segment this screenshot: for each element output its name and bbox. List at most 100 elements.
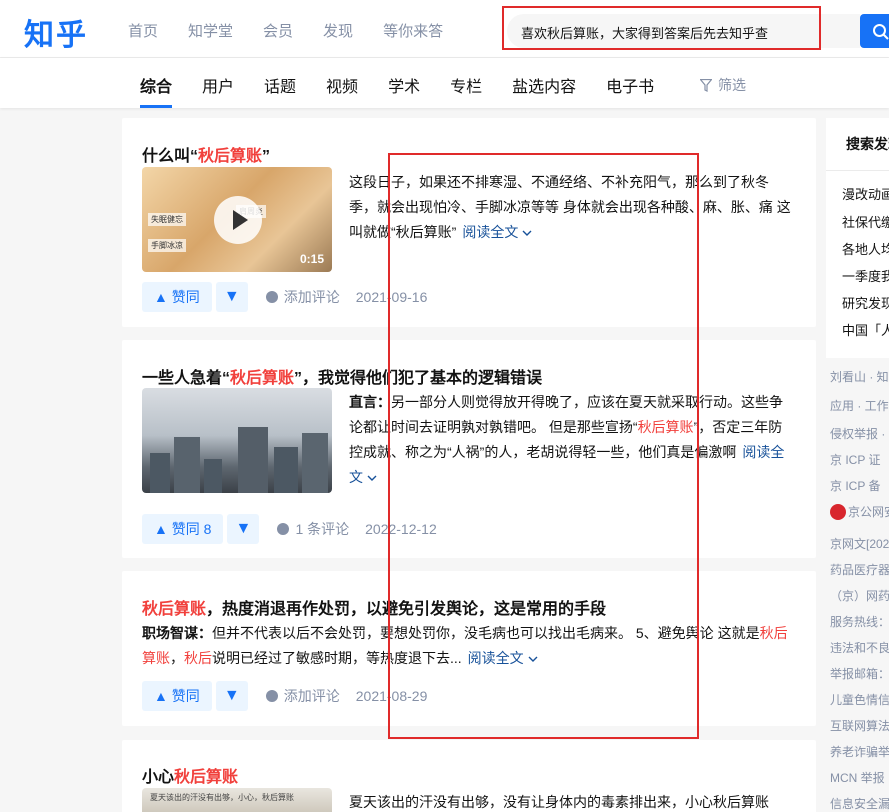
upvote-label: 赞同 8 [171, 521, 212, 537]
chevron-down-icon [367, 475, 377, 481]
police-badge-icon [830, 503, 846, 520]
footer-link[interactable]: 京 ICP 证 [830, 451, 889, 468]
divider [826, 170, 889, 171]
upvote-label: 赞同 [171, 688, 200, 704]
trending-item[interactable]: 社保代缴 [842, 212, 889, 231]
footer-link[interactable]: 京 ICP 备 [830, 477, 889, 494]
upvote-label: 赞同 [171, 289, 200, 305]
video-duration: 0:15 [299, 252, 324, 266]
footer-link[interactable]: 京公网安备 [830, 503, 889, 521]
thumb-label: 手脚冰凉 [148, 239, 186, 252]
comment-button[interactable]: 添加评论 [265, 287, 340, 307]
filter-button[interactable]: 筛选 [700, 75, 746, 95]
upvote-button[interactable]: ▲ 赞同 8 [142, 514, 224, 544]
downvote-icon: ▼ [223, 687, 240, 704]
nav-zhixuetang[interactable]: 知学堂 [188, 20, 233, 41]
downvote-icon: ▼ [223, 288, 240, 305]
video-thumbnail[interactable]: 失眠健忘 肩周炎 手脚冰凉 0:15 [142, 167, 332, 272]
trending-item[interactable]: 中国「人 [842, 320, 889, 339]
search-annotation-box [502, 6, 821, 50]
upvote-button[interactable]: ▲ 赞同 [142, 681, 212, 711]
nav-waiting-answers[interactable]: 等你来答 [383, 20, 443, 41]
comment-icon [265, 690, 278, 702]
excerpt-highlight: 秋后 [184, 650, 212, 666]
downvote-button[interactable]: ▼ [215, 681, 248, 711]
result-title[interactable]: 什么叫“秋后算账” [142, 142, 270, 166]
result-title[interactable]: 小心秋后算账 [142, 763, 238, 787]
result-actions: ▲ 赞同 ▼ 添加评论 2021-09-16 [142, 282, 427, 312]
filter-icon [700, 78, 712, 92]
article-thumbnail[interactable]: 夏天该出的汗没有出够，小心，秋后算账 [142, 788, 332, 812]
footer-link[interactable]: （京）网药械 [830, 587, 889, 604]
search-icon [873, 24, 889, 40]
content-annotation-box [388, 153, 699, 739]
excerpt-text: ， [170, 650, 184, 666]
comment-label: 1 条评论 [295, 521, 350, 537]
upvote-icon: ▲ [154, 688, 172, 704]
top-header: 知乎 首页 知学堂 会员 发现 等你来答 喜欢秋后算账，大家得到答案后先去知乎查 [0, 0, 889, 58]
footer-link[interactable]: 互联网算法 [830, 717, 889, 734]
tab-videos[interactable]: 视频 [326, 73, 358, 108]
thumb-text: 夏天该出的汗没有出够，小心，秋后算账 [150, 793, 294, 802]
nav-vip[interactable]: 会员 [263, 20, 293, 41]
comment-icon [265, 291, 278, 303]
trending-item[interactable]: 各地人均 [842, 239, 889, 258]
downvote-button[interactable]: ▼ [227, 514, 260, 544]
trending-item[interactable]: 研究发现 [842, 293, 889, 312]
footer-link[interactable]: 养老诈骗举报 [830, 743, 889, 760]
tab-ebooks[interactable]: 电子书 [606, 73, 654, 108]
filter-label: 筛选 [718, 77, 746, 93]
nav-home[interactable]: 首页 [128, 20, 158, 41]
thumb-label: 失眠健忘 [148, 213, 186, 226]
comment-button[interactable]: 1 条评论 [277, 519, 349, 539]
title-highlight: 秋后算账 [230, 370, 295, 387]
comment-icon [277, 523, 290, 535]
excerpt-text: 夏天该出的汗没有出够，没有让身体内的毒素排出来，小心秋后算账 [349, 794, 769, 810]
title-text: ” [262, 148, 271, 165]
title-highlight: 秋后算账 [174, 769, 239, 786]
comment-button[interactable]: 添加评论 [265, 686, 340, 706]
tab-academic[interactable]: 学术 [388, 73, 420, 108]
footer-link[interactable]: 举报邮箱： [830, 665, 889, 682]
footer-link[interactable]: 侵权举报 · 网 [830, 425, 889, 442]
footer-link[interactable]: 信息安全漏洞 [830, 795, 889, 812]
search-button[interactable] [860, 14, 889, 48]
play-icon[interactable] [214, 196, 262, 244]
upvote-icon: ▲ [154, 521, 172, 537]
tab-users[interactable]: 用户 [202, 73, 234, 108]
footer-link[interactable]: 违法和不良 [830, 639, 889, 656]
zhihu-logo[interactable]: 知乎 [24, 10, 88, 54]
footer-link-label: 京公网安备 [848, 505, 889, 519]
upvote-button[interactable]: ▲ 赞同 [142, 282, 212, 312]
footer-link[interactable]: 京网文[2022] [830, 535, 889, 552]
tab-salt-content[interactable]: 盐选内容 [512, 73, 576, 108]
main-nav: 首页 知学堂 会员 发现 等你来答 [128, 20, 473, 41]
footer-link[interactable]: 应用 · 工作 [830, 397, 889, 414]
tab-all[interactable]: 综合 [140, 73, 173, 108]
title-highlight: 秋后算账 [142, 601, 207, 618]
result-author[interactable]: 直言 [349, 394, 377, 410]
search-discovery-panel: 搜索发现 漫改动画 社保代缴 各地人均 一季度我 研究发现 中国「人 [826, 118, 889, 358]
article-thumbnail[interactable] [142, 388, 332, 493]
result-excerpt[interactable]: 夏天该出的汗没有出够，没有让身体内的毒素排出来，小心秋后算账 [349, 790, 795, 812]
title-text: 小心 [142, 769, 175, 786]
title-highlight: 秋后算账 [198, 148, 263, 165]
footer-link[interactable]: 药品医疗器械 [830, 561, 889, 578]
footer-link[interactable]: 服务热线： [830, 613, 889, 630]
footer-link[interactable]: 儿童色情信息 [830, 691, 889, 708]
author-colon: ： [198, 625, 212, 641]
nav-discover[interactable]: 发现 [323, 20, 353, 41]
result-author[interactable]: 职场智谋 [142, 625, 198, 641]
title-text: 什么叫“ [142, 148, 199, 165]
trending-item[interactable]: 漫改动画 [842, 184, 889, 203]
footer-link[interactable]: 刘看山 · 知乎 [830, 368, 889, 385]
search-type-tabs: 综合 用户 话题 视频 学术 专栏 盐选内容 电子书 筛选 [0, 58, 889, 108]
downvote-button[interactable]: ▼ [215, 282, 248, 312]
footer-link[interactable]: MCN 举报 [830, 769, 889, 786]
tab-topics[interactable]: 话题 [264, 73, 296, 108]
trending-item[interactable]: 一季度我 [842, 266, 889, 285]
downvote-icon: ▼ [235, 520, 252, 537]
tab-columns[interactable]: 专栏 [450, 73, 482, 108]
upvote-icon: ▲ [154, 289, 172, 305]
comment-label: 添加评论 [283, 688, 340, 704]
